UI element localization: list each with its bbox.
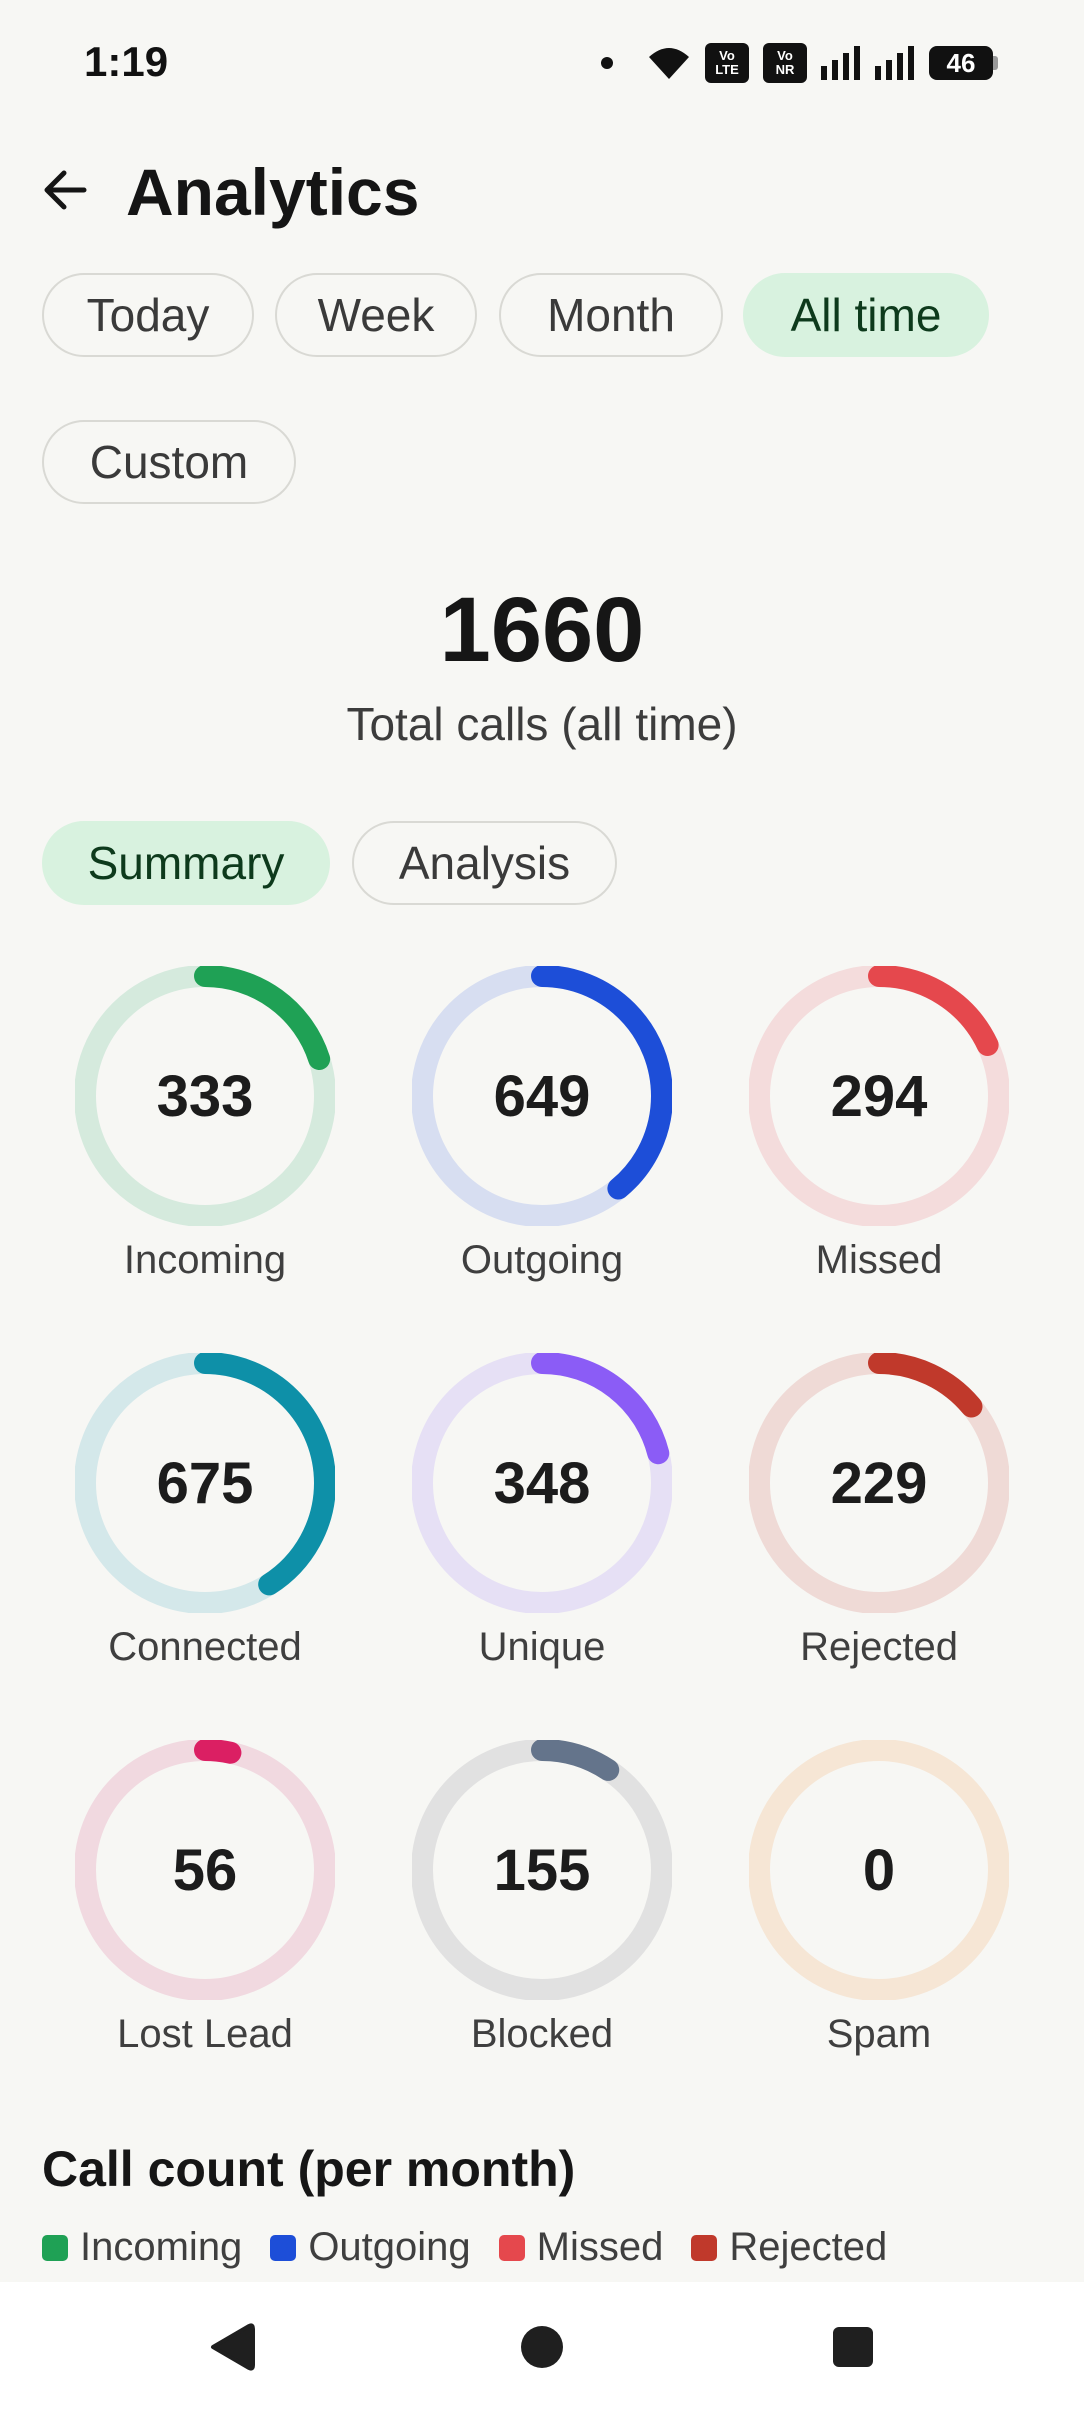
legend-item-missed: Missed — [498, 2225, 664, 2270]
status-icons: Vo LTE Vo NR 46 — [601, 38, 998, 88]
legend-swatch-outgoing — [270, 2234, 297, 2261]
stat-value-outgoing: 649 — [493, 1063, 591, 1129]
legend-swatch-incoming — [42, 2234, 68, 2261]
tab-summary[interactable]: Summary — [42, 821, 330, 905]
sim1-volte-sub: LTE — [715, 62, 739, 77]
legend-swatch-rejected — [691, 2234, 718, 2261]
call-count-title: Call count (per month) — [42, 2141, 576, 2197]
stat-label-spam: Spam — [826, 2012, 932, 2056]
status-time: 1:19 — [84, 38, 169, 85]
stat-value-missed: 294 — [830, 1063, 928, 1129]
stat-label-missed: Missed — [815, 1238, 943, 1282]
filter-custom[interactable]: Custom — [42, 420, 296, 504]
nav-back-icon — [211, 2323, 255, 2371]
stat-card-lost-lead: 56 Lost Lead — [55, 1740, 355, 2100]
filter-month[interactable]: Month — [499, 273, 723, 357]
filter-all-time[interactable]: All time — [743, 273, 989, 357]
stat-value-spam: 0 — [862, 1837, 896, 1903]
signal-icon-1 — [821, 46, 860, 80]
nav-home-icon — [521, 2326, 563, 2368]
sim2-volte-icon: Vo NR — [763, 43, 807, 83]
legend-label-rejected: Rejected — [729, 2225, 888, 2269]
stat-value-unique: 348 — [493, 1450, 591, 1516]
filter-today[interactable]: Today — [42, 273, 254, 357]
stat-card-incoming: 333 Incoming — [55, 966, 355, 1326]
stat-card-blocked: 155 Blocked — [392, 1740, 692, 2100]
status-bar: 1:19 Vo LTE Vo NR 46 — [0, 0, 1084, 125]
stat-value-rejected: 229 — [830, 1450, 928, 1516]
stat-card-outgoing: 649 Outgoing — [392, 966, 692, 1326]
legend-label-incoming: Incoming — [80, 2225, 243, 2269]
nav-home-button[interactable] — [507, 2312, 577, 2382]
stat-label-rejected: Rejected — [800, 1625, 958, 1669]
page-title: Analytics — [126, 155, 420, 229]
stat-card-spam: 0 Spam — [729, 1740, 1029, 2100]
total-calls-label: Total calls (all time) — [346, 698, 738, 750]
filter-week[interactable]: Week — [275, 273, 477, 357]
wifi-icon — [649, 48, 689, 79]
signal-icon-2 — [875, 46, 914, 80]
stat-label-incoming: Incoming — [123, 1238, 287, 1282]
battery-level: 46 — [929, 46, 993, 80]
stat-card-unique: 348 Unique — [392, 1353, 692, 1713]
sim1-volte-top: Vo — [719, 48, 735, 63]
legend-item-rejected: Rejected — [691, 2225, 887, 2270]
stat-value-lost-lead: 56 — [172, 1837, 238, 1903]
stat-value-connected: 675 — [156, 1450, 254, 1516]
legend-swatch-missed — [498, 2234, 525, 2261]
back-button[interactable] — [36, 160, 96, 220]
system-nav-bar — [0, 2282, 1084, 2412]
battery-icon: 46 — [929, 46, 998, 80]
sim1-volte-icon: Vo LTE — [705, 43, 749, 83]
sim2-volte-top: Vo — [777, 48, 793, 63]
stat-value-incoming: 333 — [156, 1063, 254, 1129]
stat-label-connected: Connected — [108, 1625, 302, 1669]
tab-analysis[interactable]: Analysis — [352, 821, 617, 905]
stat-card-missed: 294 Missed — [729, 966, 1029, 1326]
sim2-volte-sub: NR — [775, 62, 795, 77]
nav-recents-icon — [833, 2327, 873, 2367]
legend-label-outgoing: Outgoing — [308, 2225, 471, 2269]
stat-label-outgoing: Outgoing — [460, 1238, 624, 1282]
legend-item-outgoing: Outgoing — [270, 2225, 471, 2270]
call-count-legend: Incoming Outgoing Missed Rejected — [42, 2225, 887, 2270]
stat-label-lost-lead: Lost Lead — [117, 2012, 293, 2056]
stat-label-blocked: Blocked — [470, 2012, 614, 2056]
notification-dot-icon — [601, 57, 613, 69]
battery-tip — [993, 56, 998, 70]
stat-value-blocked: 155 — [493, 1837, 591, 1903]
total-calls-value: 1660 — [439, 579, 645, 681]
legend-label-missed: Missed — [536, 2225, 664, 2269]
arrow-left-icon — [44, 170, 87, 210]
stat-card-rejected: 229 Rejected — [729, 1353, 1029, 1713]
stat-label-unique: Unique — [478, 1625, 606, 1669]
stat-card-connected: 675 Connected — [55, 1353, 355, 1713]
legend-item-incoming: Incoming — [42, 2225, 242, 2270]
nav-recents-button[interactable] — [818, 2312, 888, 2382]
app-header: Analytics — [0, 140, 1084, 250]
nav-back-button[interactable] — [196, 2312, 266, 2382]
